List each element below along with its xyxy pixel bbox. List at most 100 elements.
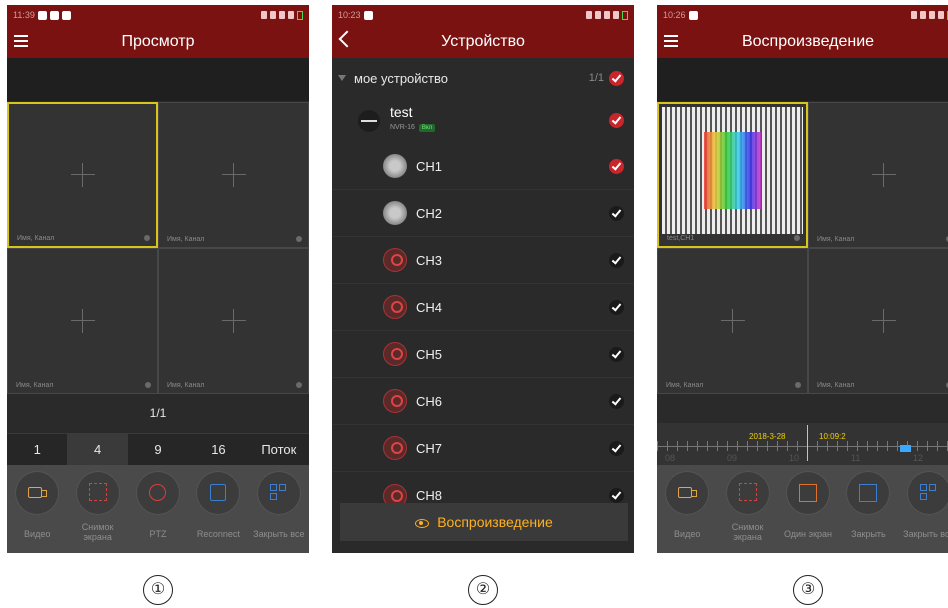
check-icon[interactable] — [609, 440, 624, 456]
playback-timeline[interactable]: 2018-3-28 10:09:2 08 09 10 11 12 — [657, 423, 948, 465]
split-option-1[interactable]: 1 — [7, 434, 67, 465]
add-icon[interactable] — [70, 163, 95, 187]
camera-icon — [383, 436, 407, 460]
menu-icon[interactable] — [664, 35, 678, 47]
tool-label: Один экран — [783, 529, 833, 539]
page-title: Устройство — [441, 32, 525, 50]
signal-icon — [288, 11, 294, 19]
add-icon[interactable] — [221, 309, 246, 333]
check-icon[interactable] — [609, 158, 624, 174]
video-cell[interactable]: Имя, Канал — [7, 248, 158, 394]
video-cell[interactable]: test,CH1 — [657, 102, 808, 248]
tool-label: Закрыть все — [903, 529, 948, 539]
collapse-triangle-icon[interactable] — [338, 75, 346, 81]
video-cell[interactable]: Имя, Канал — [808, 102, 948, 248]
split-option-stream[interactable]: Поток — [249, 434, 309, 465]
channel-row[interactable]: CH2 — [332, 190, 634, 237]
single-screen-button[interactable]: Один экран — [778, 465, 838, 553]
toolbar-strip — [7, 58, 309, 101]
single-screen-icon — [799, 484, 818, 502]
channel-row[interactable]: CH6 — [332, 378, 634, 425]
check-icon[interactable] — [609, 488, 624, 503]
channel-label: CH2 — [416, 205, 443, 221]
split-option-9[interactable]: 9 — [128, 434, 188, 465]
add-icon[interactable] — [720, 309, 745, 333]
check-icon[interactable] — [609, 252, 624, 268]
video-cell[interactable]: Имя, Канал — [7, 102, 158, 248]
playback-button[interactable]: Воспроизведение — [340, 503, 628, 541]
timeline-hour: 08 — [665, 453, 676, 463]
channel-label: CH3 — [416, 252, 443, 268]
wifi-icon — [929, 11, 935, 19]
camera-icon — [383, 342, 407, 366]
check-icon[interactable] — [609, 299, 624, 315]
back-icon[interactable] — [338, 30, 356, 48]
status-icon — [911, 11, 917, 19]
status-dot — [296, 382, 302, 388]
timeline-cursor[interactable] — [807, 425, 808, 461]
live-view-screen: 11:39 Просмотр Имя, Канал Имя, Канал Имя… — [7, 5, 309, 553]
channel-row[interactable]: CH7 — [332, 425, 634, 472]
app-bar: Воспроизведение — [657, 25, 948, 58]
menu-icon[interactable] — [14, 35, 28, 47]
check-icon[interactable] — [609, 205, 624, 221]
add-icon[interactable] — [221, 163, 246, 187]
add-icon[interactable] — [871, 309, 896, 333]
group-label: мое устройство — [354, 70, 448, 86]
channel-label: CH6 — [416, 393, 443, 409]
ptz-button[interactable]: PTZ — [128, 465, 188, 553]
status-dot — [296, 236, 302, 242]
status-icon — [595, 11, 601, 19]
screenshot-button[interactable]: Снимок экрана — [67, 465, 127, 553]
video-cell[interactable]: Имя, Канал — [808, 248, 948, 394]
split-option-4[interactable]: 4 — [67, 434, 128, 465]
status-time: 10:23 — [338, 10, 361, 20]
channel-row[interactable]: CH1 — [332, 143, 634, 190]
cell-label: Имя, Канал — [817, 382, 855, 389]
bottom-toolbar: Видео Снимок экрана Один экран Закрыть З… — [657, 465, 948, 553]
camera-icon — [383, 248, 407, 272]
status-dot — [145, 382, 151, 388]
timeline-hour: 11 — [851, 453, 861, 463]
check-icon[interactable] — [609, 346, 624, 362]
notification-icon — [49, 10, 59, 20]
close-all-button[interactable]: Закрыть все — [249, 465, 309, 553]
device-row[interactable]: test NVR-16 Вкл — [332, 98, 634, 143]
video-button[interactable]: Видео — [657, 465, 717, 553]
reconnect-button[interactable]: Reconnect — [188, 465, 248, 553]
status-time: 10:26 — [663, 10, 686, 20]
notification-icon — [688, 10, 698, 20]
camera-icon — [383, 389, 407, 413]
channel-row[interactable]: CH3 — [332, 237, 634, 284]
check-icon[interactable] — [609, 113, 624, 128]
video-camera-icon — [28, 487, 48, 498]
signal-icon — [938, 11, 944, 19]
screenshot-button[interactable]: Снимок экрана — [717, 465, 777, 553]
screenshot-icon — [738, 483, 757, 501]
device-name: test — [390, 104, 413, 120]
device-screen: 10:23 Устройство мое устройство 1/1 test… — [332, 5, 634, 553]
add-icon[interactable] — [70, 309, 95, 333]
status-icon — [586, 11, 592, 19]
video-cell[interactable]: Имя, Канал — [158, 248, 309, 394]
page-title: Воспроизведение — [741, 32, 875, 50]
cell-label: Имя, Канал — [167, 382, 205, 389]
split-option-16[interactable]: 16 — [188, 434, 248, 465]
device-thumbnail — [358, 109, 380, 132]
timeline-time: 10:09:2 — [819, 432, 846, 441]
add-icon[interactable] — [871, 163, 896, 187]
video-cell[interactable]: Имя, Канал — [657, 248, 808, 394]
cell-label: test,CH1 — [667, 235, 695, 242]
status-dot — [144, 235, 150, 241]
check-icon[interactable] — [609, 393, 624, 409]
video-cell[interactable]: Имя, Канал — [158, 102, 309, 248]
timeline-hour: 09 — [727, 453, 738, 463]
close-all-button[interactable]: Закрыть все — [899, 465, 948, 553]
channel-row[interactable]: CH4 — [332, 284, 634, 331]
close-button[interactable]: Закрыть — [838, 465, 898, 553]
device-group-row[interactable]: мое устройство 1/1 — [332, 58, 634, 98]
channel-row[interactable]: CH5 — [332, 331, 634, 378]
check-icon[interactable] — [609, 70, 624, 86]
video-button[interactable]: Видео — [7, 465, 67, 553]
bottom-toolbar: Видео Снимок экрана PTZ Reconnect Закрыт… — [7, 465, 309, 553]
